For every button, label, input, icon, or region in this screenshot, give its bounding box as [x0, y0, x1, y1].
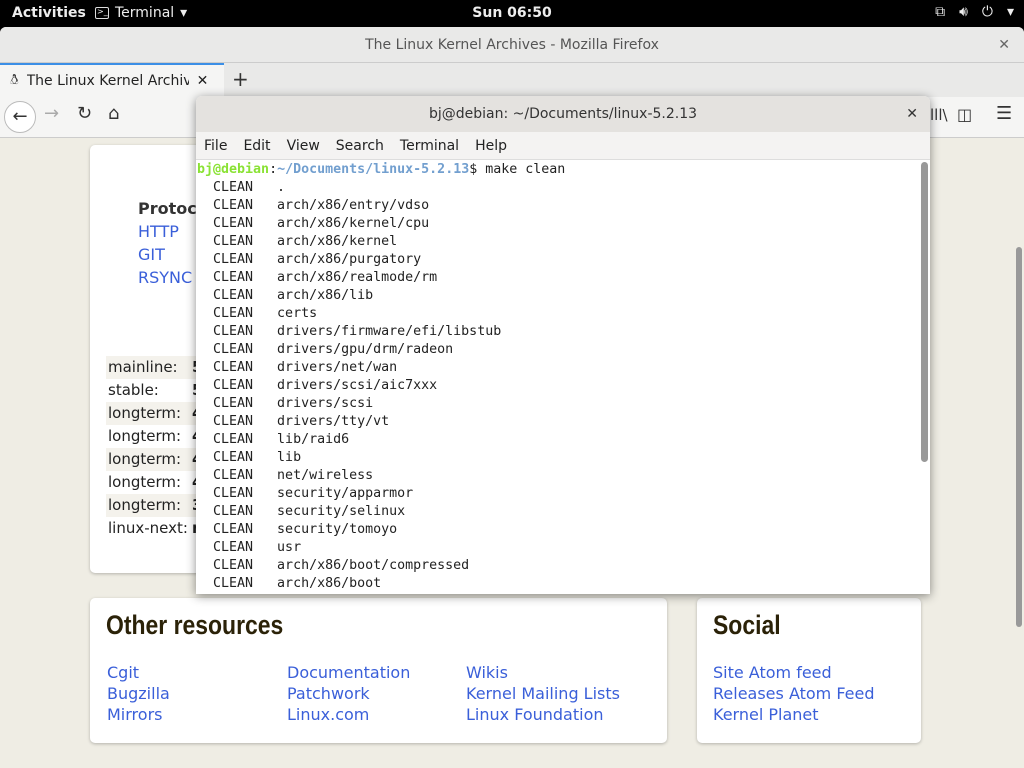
output-line: CLEAN lib/raid6	[197, 432, 350, 447]
link-mailing-lists[interactable]: Kernel Mailing Lists	[466, 684, 620, 703]
menu-help[interactable]: Help	[475, 138, 507, 154]
volume-icon: 🔊︎	[959, 4, 968, 20]
prompt-path: ~/Documents/linux-5.2.13	[277, 162, 470, 177]
terminal-scrollbar[interactable]	[921, 162, 928, 462]
release-label: longterm:	[108, 496, 182, 514]
app-menu[interactable]: >_ Terminal ▾	[95, 5, 187, 21]
menu-edit[interactable]: Edit	[243, 138, 270, 154]
link-wikis[interactable]: Wikis	[466, 663, 508, 682]
output-line: CLEAN security/tomoyo	[197, 522, 398, 537]
output-line: CLEAN .	[197, 180, 286, 195]
release-label: longterm:	[108, 450, 182, 468]
app-name: Terminal	[115, 5, 175, 21]
terminal-window: bj@debian: ~/Documents/linux-5.2.13 ✕ Fil…	[196, 96, 930, 594]
prompt-user: bj@debian	[197, 162, 270, 177]
link-site-atom[interactable]: Site Atom feed	[713, 663, 832, 682]
social-heading: Social	[713, 610, 781, 640]
menu-icon[interactable]: ☰	[996, 103, 1012, 124]
other-resources-heading: Other resources	[106, 610, 284, 640]
menu-file[interactable]: File	[204, 138, 227, 154]
menu-terminal[interactable]: Terminal	[400, 138, 459, 154]
new-tab-button[interactable]: +	[232, 67, 249, 91]
output-line: CLEAN arch/x86/lib	[197, 288, 374, 303]
terminal-menubar: File Edit View Search Terminal Help	[196, 132, 930, 160]
power-icon: ⏻	[981, 4, 993, 20]
back-button[interactable]: ←	[4, 101, 36, 133]
tab-linux-kernel[interactable]: 🐧︎ The Linux Kernel Archives ✕	[0, 63, 224, 97]
gnome-top-bar: Activities >_ Terminal ▾ Sun 06:50 ⧉ 🔊︎ ⏻ ▾	[0, 0, 1024, 27]
link-documentation[interactable]: Documentation	[287, 663, 410, 682]
output-line: CLEAN net/wireless	[197, 468, 374, 483]
release-label: longterm:	[108, 473, 182, 491]
link-cgit[interactable]: Cgit	[107, 663, 139, 682]
output-line: CLEAN drivers/firmware/efi/libstub	[197, 324, 502, 339]
output-line: CLEAN drivers/scsi	[197, 396, 374, 411]
prompt-line: bj@debian:~/Documents/linux-5.2.13$ make…	[197, 162, 566, 177]
output-line: CLEAN arch/x86/kernel/cpu	[197, 216, 430, 231]
chevron-down-icon: ▾	[180, 5, 188, 21]
system-tray[interactable]: ⧉ 🔊︎ ⏻ ▾	[935, 4, 1014, 20]
output-line: CLEAN drivers/tty/vt	[197, 414, 390, 429]
network-icon: ⧉	[935, 4, 946, 20]
link-patchwork[interactable]: Patchwork	[287, 684, 370, 703]
command: make clean	[485, 162, 566, 177]
release-label: longterm:	[108, 404, 182, 422]
close-tab-icon[interactable]: ✕	[197, 73, 209, 89]
link-linux-com[interactable]: Linux.com	[287, 705, 369, 724]
menu-search[interactable]: Search	[336, 138, 384, 154]
output-line: CLEAN arch/x86/boot/compressed	[197, 558, 470, 573]
library-icon[interactable]: lll\	[930, 106, 948, 124]
sidebar-icon[interactable]: ◫	[957, 105, 972, 124]
menu-view[interactable]: View	[287, 138, 320, 154]
link-releases-atom[interactable]: Releases Atom Feed	[713, 684, 875, 703]
reload-button[interactable]: ↻	[77, 103, 92, 124]
terminal-close-button[interactable]: ✕	[906, 96, 918, 132]
output-line: CLEAN arch/x86/entry/vdso	[197, 198, 430, 213]
home-button[interactable]: ⌂	[108, 103, 119, 124]
release-label: linux-next:	[108, 519, 188, 537]
output-line: CLEAN security/apparmor	[197, 486, 414, 501]
protocol-rsync[interactable]: RSYNC	[138, 268, 192, 287]
output-line: CLEAN arch/x86/purgatory	[197, 252, 422, 267]
other-resources-card: Other resources Cgit Bugzilla Mirrors Docu…	[90, 598, 667, 743]
tux-icon: 🐧︎	[10, 72, 19, 88]
release-label: longterm:	[108, 427, 182, 445]
social-card: Social Site Atom feed Releases Atom Feed K…	[697, 598, 921, 743]
close-window-button[interactable]: ✕	[998, 27, 1010, 63]
output-line: CLEAN usr	[197, 540, 302, 555]
terminal-title: bj@debian: ~/Documents/linux-5.2.13	[428, 106, 698, 122]
output-line: CLEAN certs	[197, 306, 318, 321]
terminal-output[interactable]: bj@debian:~/Documents/linux-5.2.13$ make…	[197, 161, 565, 593]
protocol-git[interactable]: GIT	[138, 245, 165, 264]
output-line: CLEAN lib	[197, 450, 302, 465]
forward-button[interactable]: →	[44, 103, 59, 124]
window-title: The Linux Kernel Archives - Mozilla Fire…	[365, 37, 659, 53]
link-kernel-planet[interactable]: Kernel Planet	[713, 705, 819, 724]
page-scrollbar[interactable]	[1016, 247, 1022, 627]
release-label: mainline:	[108, 358, 178, 376]
output-line: CLEAN drivers/gpu/drm/radeon	[197, 342, 454, 357]
output-line: CLEAN drivers/scsi/aic7xxx	[197, 378, 438, 393]
tab-label: The Linux Kernel Archives	[26, 73, 189, 89]
link-linux-foundation[interactable]: Linux Foundation	[466, 705, 604, 724]
output-line: CLEAN security/selinux	[197, 504, 406, 519]
chevron-down-icon: ▾	[1006, 4, 1014, 20]
link-mirrors[interactable]: Mirrors	[107, 705, 162, 724]
output-line: CLEAN arch/x86/realmode/rm	[197, 270, 438, 285]
output-line: CLEAN drivers/net/wan	[197, 360, 398, 375]
output-line: CLEAN arch/x86/kernel	[197, 234, 398, 249]
activities-button[interactable]: Activities	[12, 5, 86, 21]
release-label: stable:	[108, 381, 159, 399]
protocol-http[interactable]: HTTP	[138, 222, 179, 241]
link-bugzilla[interactable]: Bugzilla	[107, 684, 170, 703]
output-line: CLEAN arch/x86/boot	[197, 576, 382, 591]
terminal-icon: >_	[95, 7, 109, 19]
